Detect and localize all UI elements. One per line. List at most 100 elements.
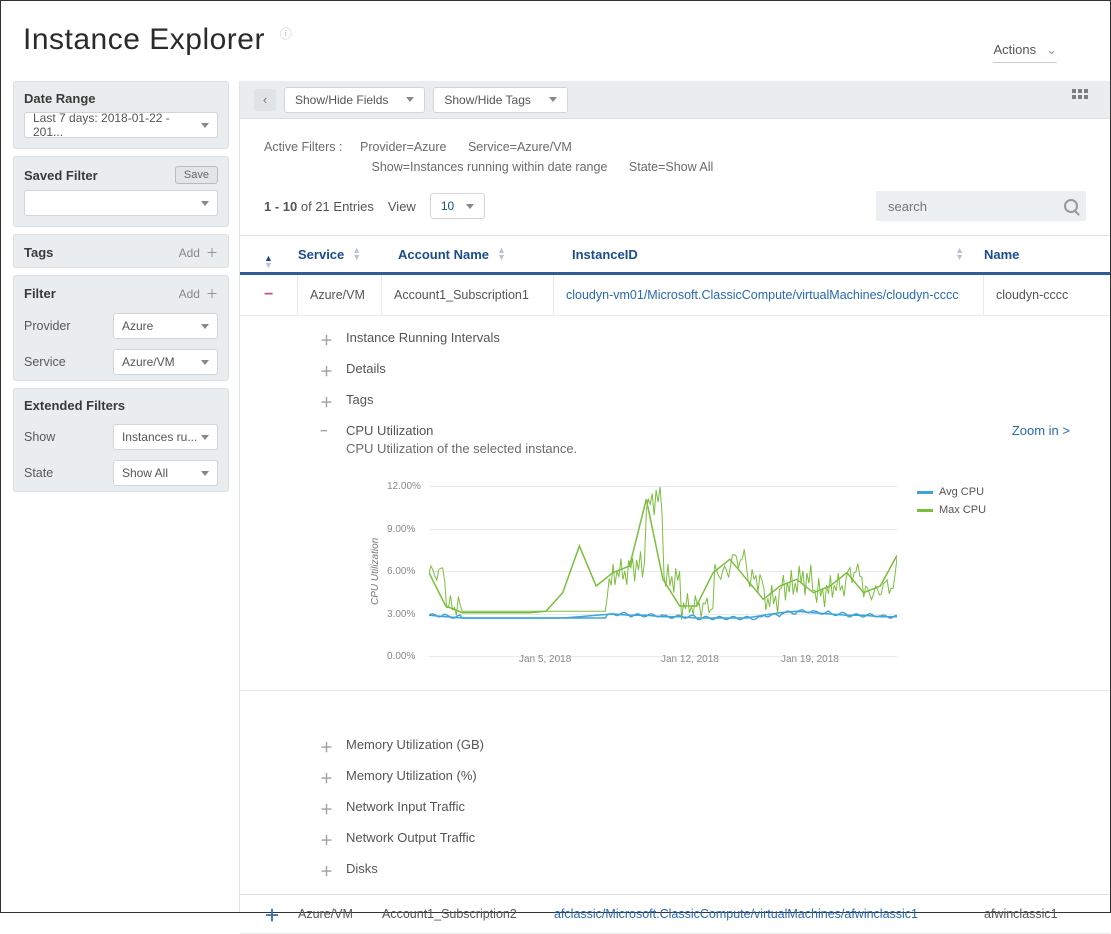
service-label: Service [24, 355, 113, 369]
active-filters: Active Filters : Provider=Azure Service=… [240, 119, 1110, 183]
plus-icon[interactable]: ＋ [320, 861, 332, 880]
entries-bar: 1 - 10 of 21 Entries View 10 [240, 183, 1110, 235]
table-row: ＋ Azure/VM Account1_Subscription2 afclas… [240, 894, 1110, 934]
show-hide-tags-select[interactable]: Show/Hide Tags [433, 87, 568, 113]
chevron-down-icon [201, 471, 209, 476]
plus-icon[interactable]: ＋ [320, 737, 332, 756]
saved-filter-select[interactable] [24, 190, 218, 216]
plus-icon: ＋ [206, 287, 218, 301]
cell-service: Azure/VM [298, 907, 382, 921]
cell-instanceid[interactable]: cloudyn-vm01/Microsoft.ClassicCompute/vi… [554, 275, 984, 315]
save-button[interactable]: Save [175, 166, 218, 184]
show-select[interactable]: Instances ru... [113, 424, 218, 450]
chevron-down-icon [466, 204, 474, 209]
actions-menu[interactable]: Actions⌄ [993, 42, 1057, 63]
cell-instanceid[interactable]: afclassic/Microsoft.ClassicCompute/virtu… [554, 907, 984, 921]
cell-account: Account1_Subscription2 [382, 907, 554, 921]
chart-ylabel: CPU Utilization [364, 486, 387, 656]
filter-panel: Filter Add＋ Provider Azure Service Azure… [13, 275, 229, 381]
sort-icon [497, 247, 506, 261]
section-intervals[interactable]: Instance Running Intervals [346, 330, 500, 345]
filter-label: Filter [24, 286, 56, 301]
chevron-down-icon [201, 201, 209, 206]
add-tag-button[interactable]: Add＋ [179, 244, 218, 261]
tags-label: Tags [24, 245, 53, 260]
section-disks[interactable]: Disks [346, 861, 378, 876]
show-hide-fields-select[interactable]: Show/Hide Fields [284, 87, 425, 113]
xtick: Jan 19, 2018 [781, 654, 839, 665]
toolbar: ‹ Show/Hide Fields Show/Hide Tags [240, 81, 1110, 119]
chart-legend: Avg CPU Max CPU [917, 486, 986, 656]
section-net-in[interactable]: Network Input Traffic [346, 799, 465, 814]
chevron-down-icon [201, 324, 209, 329]
plus-icon[interactable]: ＋ [320, 830, 332, 849]
state-select[interactable]: Show All [113, 460, 218, 486]
xtick: Jan 5, 2018 [519, 654, 571, 665]
row-detail-more: ＋ Memory Utilization (GB) ＋ Memory Utiliza… [240, 691, 1110, 894]
column-account[interactable]: Account Name [398, 247, 572, 262]
page-title: Instance Explorer ⓘ [1, 1, 1110, 57]
filter-chip: Provider=Azure [360, 140, 447, 154]
state-label: State [24, 466, 113, 480]
plus-icon[interactable]: ＋ [320, 330, 332, 349]
column-service[interactable]: Service [298, 247, 398, 262]
add-filter-button[interactable]: Add＋ [179, 285, 218, 302]
filter-chip: Service=Azure/VM [468, 140, 572, 154]
view-grid-icon[interactable] [1072, 89, 1088, 99]
saved-filter-label: Saved Filter [24, 168, 98, 183]
section-mem-pct[interactable]: Memory Utilization (%) [346, 768, 477, 783]
provider-select[interactable]: Azure [113, 313, 218, 339]
filter-chip: State=Show All [629, 160, 713, 174]
section-details[interactable]: Details [346, 361, 386, 376]
search-input[interactable] [876, 191, 1086, 221]
date-range-select[interactable]: Last 7 days: 2018-01-22 - 201... [24, 112, 218, 138]
chevron-down-icon [201, 123, 209, 128]
minus-icon[interactable]: − [320, 423, 332, 438]
search-icon [1064, 199, 1078, 213]
chevron-down-icon [549, 97, 557, 102]
view-label: View [388, 199, 416, 214]
extended-filters-label: Extended Filters [14, 389, 228, 419]
section-cpu[interactable]: CPU Utilization [346, 423, 433, 438]
main-panel: ‹ Show/Hide Fields Show/Hide Tags Active… [239, 81, 1110, 912]
cell-name: afwinclassic1 [984, 907, 1110, 921]
chevron-down-icon [201, 360, 209, 365]
sidebar: Date Range Last 7 days: 2018-01-22 - 201… [1, 81, 239, 912]
cell-account: Account1_Subscription1 [382, 275, 554, 315]
plus-icon[interactable]: ＋ [320, 392, 332, 411]
plus-icon: ＋ [206, 246, 218, 260]
sort-icon [352, 247, 361, 261]
table-header: Service Account Name InstanceID Name [240, 235, 1110, 275]
column-instanceid[interactable]: InstanceID [572, 247, 984, 262]
sort-expand[interactable] [264, 255, 298, 269]
info-icon[interactable]: ⓘ [280, 25, 293, 42]
extended-filters-panel: Extended Filters Show Instances ru... St… [13, 388, 229, 492]
column-name[interactable]: Name [984, 247, 1110, 262]
zoom-in-link[interactable]: Zoom in > [1012, 423, 1070, 438]
section-net-out[interactable]: Network Output Traffic [346, 830, 475, 845]
section-tags[interactable]: Tags [346, 392, 373, 407]
filter-chip: Show=Instances running within date range [371, 160, 607, 174]
plus-icon[interactable]: ＋ [320, 361, 332, 380]
plus-icon[interactable]: ＋ [320, 768, 332, 787]
cpu-subtitle: CPU Utilization of the selected instance… [346, 441, 1110, 456]
page-size-select[interactable]: 10 [430, 193, 485, 219]
table-row: − Azure/VM Account1_Subscription1 cloudy… [240, 275, 1110, 316]
section-mem-gb[interactable]: Memory Utilization (GB) [346, 737, 484, 752]
chevron-down-icon [201, 435, 209, 440]
date-range-label: Date Range [14, 82, 228, 112]
sort-icon [955, 247, 964, 261]
provider-label: Provider [24, 319, 113, 333]
service-select[interactable]: Azure/VM [113, 349, 218, 375]
collapse-sidebar-button[interactable]: ‹ [254, 89, 276, 111]
row-detail: ＋ Instance Running Intervals ＋ Details ＋ Ta… [240, 316, 1110, 691]
expand-row-button[interactable]: ＋ [264, 902, 298, 926]
chevron-down-icon: ⌄ [1046, 42, 1057, 57]
plus-icon[interactable]: ＋ [320, 799, 332, 818]
show-label: Show [24, 430, 113, 444]
cell-service: Azure/VM [298, 275, 382, 315]
tags-panel: Tags Add＋ [13, 234, 229, 268]
xtick: Jan 12, 2018 [661, 654, 719, 665]
collapse-row-button[interactable]: − [264, 275, 298, 315]
date-range-panel: Date Range Last 7 days: 2018-01-22 - 201… [13, 81, 229, 149]
